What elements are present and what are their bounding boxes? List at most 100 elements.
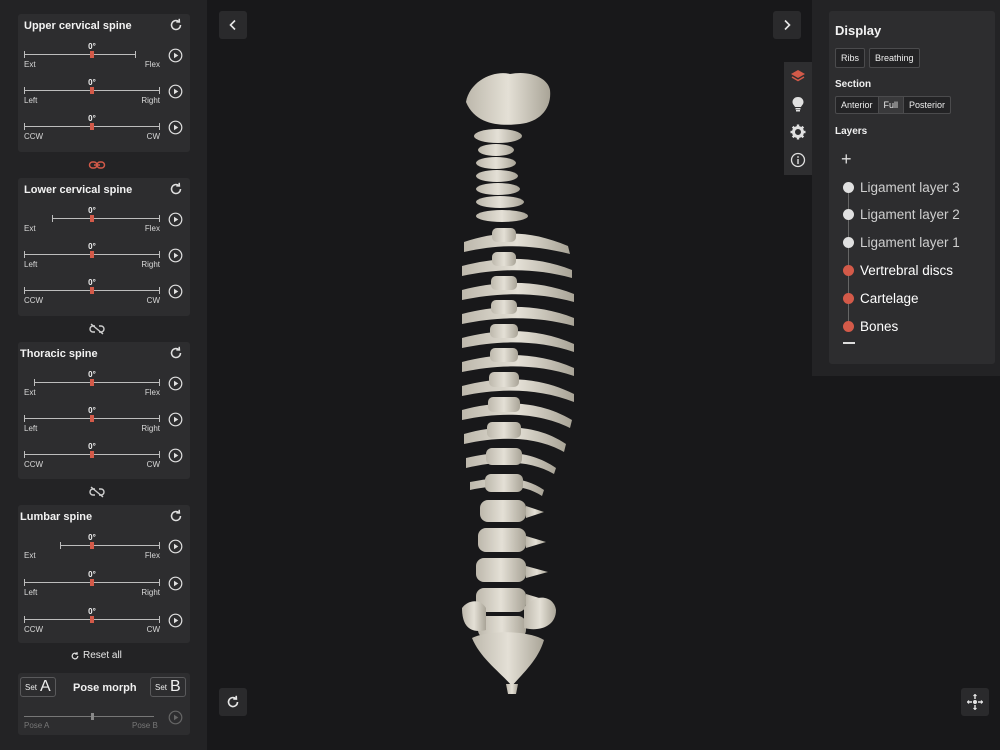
layer-item-ligament-3[interactable]: Ligament layer 3 bbox=[843, 178, 960, 196]
thoracic-card: Thoracic spine 0° Ext Flex 0° Left Right bbox=[18, 342, 190, 479]
slider-knob[interactable] bbox=[90, 123, 94, 130]
ribs-toggle[interactable]: Ribs bbox=[835, 48, 866, 68]
unlink-icon[interactable] bbox=[88, 486, 106, 498]
reset-view-button[interactable] bbox=[219, 688, 247, 716]
slider-knob[interactable] bbox=[90, 451, 94, 458]
slider-knob[interactable] bbox=[90, 379, 94, 386]
slider-knob[interactable] bbox=[90, 251, 94, 258]
ccw-cw-slider[interactable]: 0° CCW CW bbox=[18, 607, 190, 643]
hints-tool-button[interactable] bbox=[784, 90, 812, 118]
collapse-left-button[interactable] bbox=[219, 11, 247, 39]
slider-right-label: Right bbox=[141, 96, 160, 105]
settings-tool-button[interactable] bbox=[784, 118, 812, 146]
slider-left-label: CCW bbox=[24, 132, 44, 141]
section-segmented-control[interactable]: Anterior Full Posterior bbox=[835, 96, 952, 114]
slider-right-label: CW bbox=[146, 625, 160, 634]
slider-track[interactable] bbox=[24, 51, 136, 58]
layer-item-bones[interactable]: Bones bbox=[843, 317, 898, 335]
slider-knob[interactable] bbox=[90, 215, 94, 222]
section-reset-icon[interactable] bbox=[168, 345, 184, 361]
pose-slider-track[interactable] bbox=[24, 716, 154, 717]
play-icon[interactable] bbox=[168, 212, 183, 227]
layer-name: Ligament layer 1 bbox=[860, 234, 960, 250]
layer-dot bbox=[843, 320, 854, 332]
section-option-full[interactable]: Full bbox=[878, 97, 905, 113]
ccw-cw-slider[interactable]: 0° CCW CW bbox=[18, 114, 190, 150]
slider-left-label: Ext bbox=[24, 60, 36, 69]
slider-track[interactable] bbox=[34, 379, 160, 386]
play-icon[interactable] bbox=[168, 284, 183, 299]
recenter-button[interactable] bbox=[961, 688, 989, 716]
pose-b-label: Pose B bbox=[132, 721, 158, 730]
slider-knob[interactable] bbox=[90, 87, 94, 94]
section-reset-icon[interactable] bbox=[168, 17, 184, 33]
collapse-right-button[interactable] bbox=[773, 11, 801, 39]
ccw-cw-slider[interactable]: 0° CCW CW bbox=[18, 278, 190, 314]
slider-right-label: Right bbox=[141, 424, 160, 433]
play-icon[interactable] bbox=[168, 576, 183, 591]
play-icon[interactable] bbox=[168, 248, 183, 263]
slider-left-label: Left bbox=[24, 424, 38, 433]
link-icon[interactable] bbox=[88, 159, 106, 171]
section-reset-icon[interactable] bbox=[168, 181, 184, 197]
spine-3d-model[interactable] bbox=[440, 60, 600, 700]
info-tool-button[interactable] bbox=[784, 146, 812, 174]
left-right-slider[interactable]: 0° Left Right bbox=[18, 570, 190, 606]
breathing-toggle[interactable]: Breathing bbox=[869, 48, 920, 68]
ext-flex-slider[interactable]: 0° Ext Flex bbox=[18, 206, 190, 242]
layers-tool-button[interactable] bbox=[784, 62, 812, 90]
play-icon[interactable] bbox=[168, 539, 183, 554]
slider-value: 0° bbox=[88, 570, 96, 579]
play-icon[interactable] bbox=[168, 448, 183, 463]
section-reset-icon[interactable] bbox=[168, 508, 184, 524]
slider-left-label: CCW bbox=[24, 460, 44, 469]
section-title: Thoracic spine bbox=[20, 348, 98, 360]
slider-track[interactable] bbox=[60, 542, 160, 549]
section-option-anterior[interactable]: Anterior bbox=[836, 97, 879, 113]
section-label: Section bbox=[835, 79, 872, 90]
slider-value: 0° bbox=[88, 278, 96, 287]
slider-knob[interactable] bbox=[90, 287, 94, 294]
ext-flex-slider[interactable]: 0° Ext Flex bbox=[18, 42, 190, 78]
crosshair-icon bbox=[967, 694, 983, 710]
set-a-letter: A bbox=[40, 678, 51, 695]
layer-item-vertebral-discs[interactable]: Vertrebral discs bbox=[843, 261, 953, 279]
set-b-button[interactable]: Set B bbox=[150, 677, 186, 697]
remove-layer-icon[interactable] bbox=[843, 342, 855, 344]
left-right-slider[interactable]: 0° Left Right bbox=[18, 242, 190, 278]
slider-knob[interactable] bbox=[90, 579, 94, 586]
play-icon[interactable] bbox=[168, 376, 183, 391]
section-option-posterior[interactable]: Posterior bbox=[904, 97, 950, 113]
slider-knob[interactable] bbox=[90, 51, 94, 58]
slider-knob[interactable] bbox=[90, 542, 94, 549]
slider-right-label: CW bbox=[146, 296, 160, 305]
pose-slider-knob[interactable] bbox=[91, 713, 94, 720]
reset-all-button[interactable]: Reset all bbox=[70, 650, 122, 661]
slider-knob[interactable] bbox=[90, 415, 94, 422]
section-title: Lower cervical spine bbox=[24, 184, 133, 196]
slider-value: 0° bbox=[88, 114, 96, 123]
set-a-button[interactable]: Set A bbox=[20, 677, 56, 697]
ext-flex-slider[interactable]: 0° Ext Flex bbox=[18, 533, 190, 569]
play-icon[interactable] bbox=[168, 412, 183, 427]
section-title: Upper cervical spine bbox=[24, 20, 132, 32]
layer-item-ligament-2[interactable]: Ligament layer 2 bbox=[843, 205, 960, 223]
slider-left-label: CCW bbox=[24, 625, 44, 634]
slider-track[interactable] bbox=[52, 215, 160, 222]
add-layer-icon[interactable]: + bbox=[841, 149, 852, 170]
layer-item-cartilage[interactable]: Cartelage bbox=[843, 289, 919, 307]
left-right-slider[interactable]: 0° Left Right bbox=[18, 406, 190, 442]
unlink-icon[interactable] bbox=[88, 323, 106, 335]
layer-item-ligament-1[interactable]: Ligament layer 1 bbox=[843, 233, 960, 251]
pose-play-icon[interactable] bbox=[168, 710, 183, 725]
slider-left-label: Ext bbox=[24, 551, 36, 560]
slider-knob[interactable] bbox=[90, 616, 94, 623]
play-icon[interactable] bbox=[168, 84, 183, 99]
play-icon[interactable] bbox=[168, 613, 183, 628]
layer-dot bbox=[843, 236, 854, 248]
left-right-slider[interactable]: 0° Left Right bbox=[18, 78, 190, 114]
ccw-cw-slider[interactable]: 0° CCW CW bbox=[18, 442, 190, 478]
play-icon[interactable] bbox=[168, 48, 183, 63]
ext-flex-slider[interactable]: 0° Ext Flex bbox=[18, 370, 190, 406]
play-icon[interactable] bbox=[168, 120, 183, 135]
